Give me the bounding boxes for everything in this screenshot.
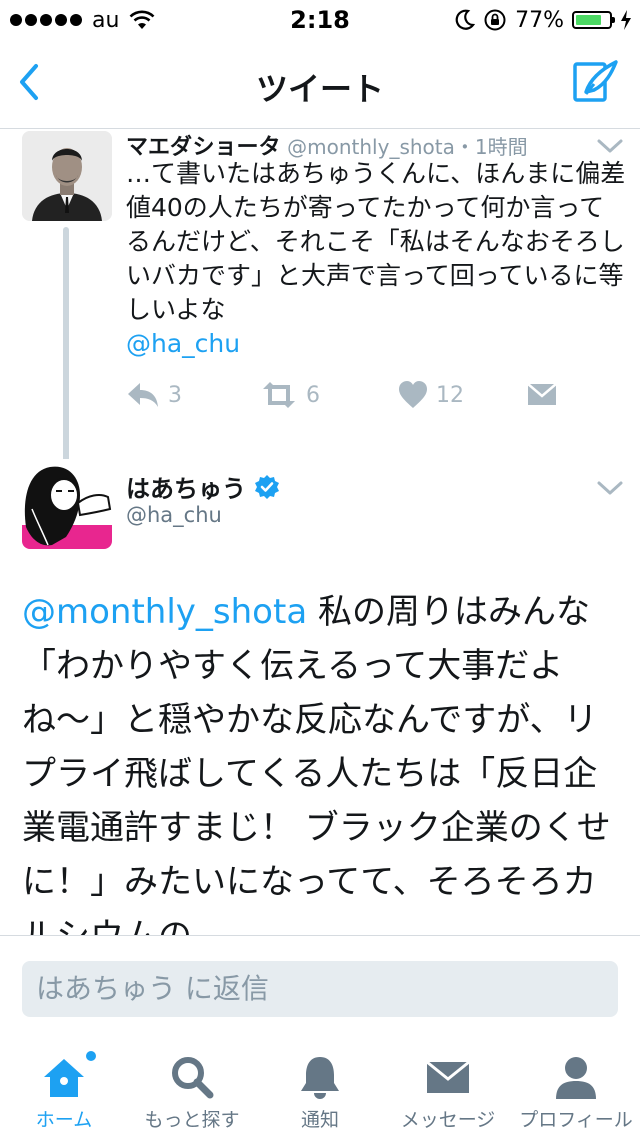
person-icon: [556, 1057, 596, 1099]
chevron-down-icon[interactable]: [596, 137, 624, 155]
avatar[interactable]: [22, 131, 112, 221]
heart-icon: [399, 381, 427, 408]
tab-home[interactable]: ホーム: [0, 1037, 128, 1136]
reply-bar: はあちゅう に返信: [0, 935, 640, 1038]
tweet-time: ・1時間: [454, 135, 528, 159]
author-name-label: はあちゅう: [126, 475, 246, 503]
battery-percentage: 77%: [515, 7, 564, 33]
unread-dot: [86, 1051, 96, 1061]
home-icon: [44, 1059, 84, 1097]
status-right: 77%: [455, 7, 632, 33]
tab-explore[interactable]: もっと探す: [128, 1037, 256, 1136]
author-handle[interactable]: @monthly_shota: [287, 135, 455, 159]
navigation-bar: ツイート: [0, 40, 640, 129]
mention-link[interactable]: @ha_chu: [126, 329, 240, 358]
moon-icon: [455, 9, 476, 30]
tab-label: プロフィール: [519, 1109, 633, 1131]
battery-icon: [572, 11, 615, 29]
reply-icon: [128, 383, 158, 407]
tweet-detail: マエダショータ @monthly_shota・1時間 …て書いたはあちゅうくんに…: [0, 129, 640, 935]
author-handle[interactable]: @ha_chu: [126, 503, 222, 527]
tab-notifications[interactable]: 通知: [256, 1037, 384, 1136]
retweet-icon: [263, 382, 295, 408]
status-bar: au 2:18 77%: [0, 0, 640, 40]
like-button[interactable]: 12: [398, 381, 464, 409]
chevron-down-icon[interactable]: [596, 479, 624, 497]
retweet-button[interactable]: 6: [260, 381, 320, 409]
author-name[interactable]: はあちゅう: [126, 469, 280, 504]
search-icon: [172, 1057, 214, 1099]
charging-icon: [621, 10, 631, 30]
direct-message-button[interactable]: [526, 381, 558, 407]
tweet-body: 私の周りはみんな「わかりやすく伝えるって大事だよね〜」と穏やかな反応なんですが、…: [22, 592, 611, 935]
mention-link[interactable]: @monthly_shota: [22, 592, 307, 632]
envelope-icon: [426, 1060, 470, 1093]
tab-label: 通知: [300, 1109, 339, 1131]
tab-messages[interactable]: メッセージ: [384, 1037, 512, 1136]
like-count: 12: [436, 382, 464, 408]
reply-count: 3: [168, 382, 182, 408]
verified-badge-icon: [255, 474, 279, 499]
tweet-text: @monthly_shota 私の周りはみんな「わかりやすく伝えるって大事だよね…: [22, 585, 622, 935]
tab-label: もっと探す: [144, 1109, 240, 1131]
tweet-actions: 3 6 12: [126, 381, 566, 421]
tab-label: メッセージ: [400, 1109, 496, 1131]
bell-icon: [301, 1057, 339, 1099]
page-title: ツイート: [255, 70, 384, 108]
tab-profile[interactable]: プロフィール: [512, 1037, 640, 1136]
tweet-text: …て書いたはあちゅうくんに、ほんまに偏差値40の人たちが寄ってたかって何か言って…: [126, 159, 626, 324]
reply-button[interactable]: 3: [126, 381, 182, 409]
envelope-icon: [527, 383, 557, 405]
compose-tweet-button[interactable]: [572, 58, 620, 106]
rotation-lock-icon: [484, 9, 506, 31]
retweet-count: 6: [306, 382, 320, 408]
avatar[interactable]: [22, 459, 112, 549]
tab-bar: ホーム もっと探す 通知 メッセージ プロフィール: [0, 1037, 640, 1136]
reply-input[interactable]: はあちゅう に返信: [22, 961, 618, 1017]
